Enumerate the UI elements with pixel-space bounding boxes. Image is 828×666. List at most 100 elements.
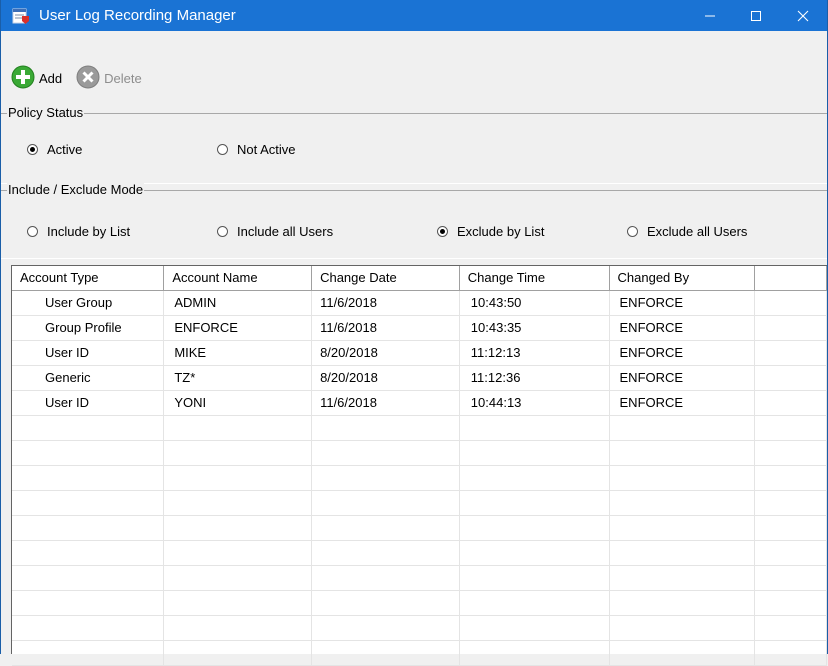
table-cell: ENFORCE <box>609 290 756 316</box>
table-cell-empty <box>609 465 756 491</box>
table-cell-empty <box>459 615 610 641</box>
table-cell-empty <box>163 415 313 441</box>
table-cell-empty <box>163 615 313 641</box>
radio-exclude-all-users[interactable]: Exclude all Users <box>627 224 747 239</box>
table-row[interactable]: User ID MIKE 8/20/2018 11:12:13 ENFORCE <box>12 340 827 366</box>
table-cell: 11/6/2018 <box>311 315 460 341</box>
radio-button-icon <box>437 226 448 237</box>
table-row[interactable]: Group Profile ENFORCE 11/6/2018 10:43:35 ENF… <box>12 315 827 341</box>
table-cell-empty <box>609 490 756 516</box>
table-cell: ENFORCE <box>609 315 756 341</box>
policy-status-group: Policy Status Active Not Active <box>1 105 827 184</box>
column-header-change-time[interactable]: Change Time <box>459 266 610 291</box>
add-button[interactable]: Add <box>11 65 62 92</box>
table-cell: 8/20/2018 <box>311 340 460 366</box>
table-row[interactable]: Generic TZ* 8/20/2018 11:12:36 ENFORCE <box>12 365 827 391</box>
table-cell: ENFORCE <box>609 365 756 391</box>
maximize-button[interactable] <box>733 0 779 31</box>
table-cell-empty <box>12 490 165 516</box>
table-cell-empty <box>754 565 827 591</box>
table-cell-empty <box>459 515 610 541</box>
table-cell-empty <box>12 440 165 466</box>
table-cell-filler <box>754 390 827 416</box>
table-row-empty <box>12 415 827 441</box>
table-cell-empty <box>163 440 313 466</box>
table-cell: 10:44:13 <box>459 390 610 416</box>
table-cell-empty <box>754 590 827 616</box>
table-cell: User ID <box>12 390 165 416</box>
table-cell-filler <box>754 290 827 316</box>
table-row-empty <box>12 490 827 516</box>
table-cell-empty <box>459 540 610 566</box>
radio-include-by-list[interactable]: Include by List <box>27 224 130 239</box>
table-cell-empty <box>609 615 756 641</box>
table-cell-empty <box>163 465 313 491</box>
table-cell-empty <box>311 490 460 516</box>
table-cell-empty <box>311 590 460 616</box>
table-row-empty <box>12 615 827 641</box>
table-cell-empty <box>311 465 460 491</box>
table-cell-empty <box>311 415 460 441</box>
table-cell-empty <box>459 465 610 491</box>
radio-button-icon <box>27 144 38 155</box>
table-cell-empty <box>609 440 756 466</box>
table-cell-empty <box>459 490 610 516</box>
radio-exclude-by-list[interactable]: Exclude by List <box>437 224 544 239</box>
table-cell-empty <box>609 590 756 616</box>
delete-label: Delete <box>104 70 142 86</box>
table-cell-empty <box>12 415 165 441</box>
column-header-filler <box>754 266 827 291</box>
table-cell-empty <box>609 565 756 591</box>
table-cell-empty <box>459 640 610 666</box>
table-cell: 11:12:13 <box>459 340 610 366</box>
table-cell-empty <box>609 515 756 541</box>
table-cell-empty <box>311 640 460 666</box>
minimize-button[interactable] <box>687 0 733 31</box>
table-row-empty <box>12 540 827 566</box>
table-cell-empty <box>12 640 165 666</box>
radio-button-icon <box>217 144 228 155</box>
close-button[interactable] <box>779 0 827 31</box>
table-cell-empty <box>754 415 827 441</box>
table-cell-empty <box>311 540 460 566</box>
include-exclude-legend: Include / Exclude Mode <box>7 182 145 197</box>
table-row-empty <box>12 640 827 666</box>
table-cell-empty <box>311 615 460 641</box>
radio-label: Not Active <box>237 142 296 157</box>
table-cell-empty <box>12 615 165 641</box>
table-cell: ENFORCE <box>609 340 756 366</box>
column-header-account-type[interactable]: Account Type <box>12 266 165 291</box>
table-cell: 11/6/2018 <box>311 290 460 316</box>
table-row-empty <box>12 590 827 616</box>
table-cell-empty <box>609 540 756 566</box>
table-cell-empty <box>609 640 756 666</box>
delete-button[interactable]: Delete <box>76 65 142 92</box>
column-header-change-date[interactable]: Change Date <box>311 266 460 291</box>
column-header-changed-by[interactable]: Changed By <box>609 266 756 291</box>
column-header-account-name[interactable]: Account Name <box>163 266 313 291</box>
table-cell: MIKE <box>163 340 313 366</box>
table-cell: User Group <box>12 290 165 316</box>
maximize-icon <box>751 10 761 21</box>
radio-include-all-users[interactable]: Include all Users <box>217 224 333 239</box>
table-cell: ENFORCE <box>609 390 756 416</box>
table-cell: 11/6/2018 <box>311 390 460 416</box>
title-bar[interactable]: User Log Recording Manager <box>1 0 827 31</box>
table-row[interactable]: User ID YONI 11/6/2018 10:44:13 ENFORCE <box>12 390 827 416</box>
radio-label: Include all Users <box>237 224 334 239</box>
table-cell-empty <box>311 565 460 591</box>
table-cell: ENFORCE <box>163 315 313 341</box>
account-grid[interactable]: Account Type Account Name Change Date Ch… <box>11 265 827 666</box>
table-row-empty <box>12 465 827 491</box>
radio-active[interactable]: Active <box>27 142 82 157</box>
window-title: User Log Recording Manager <box>39 7 236 24</box>
radio-not-active[interactable]: Not Active <box>217 142 296 157</box>
toolbar: Add Delete <box>11 63 156 93</box>
table-cell-empty <box>754 440 827 466</box>
table-row[interactable]: User Group ADMIN 11/6/2018 10:43:50 ENFORCE <box>12 290 827 316</box>
table-row-empty <box>12 515 827 541</box>
table-cell-empty <box>12 515 165 541</box>
main-window: User Log Recording Manager Add Delete Po… <box>0 0 828 666</box>
table-cell-empty <box>311 440 460 466</box>
include-exclude-group: Include / Exclude Mode Include by List I… <box>1 182 827 259</box>
